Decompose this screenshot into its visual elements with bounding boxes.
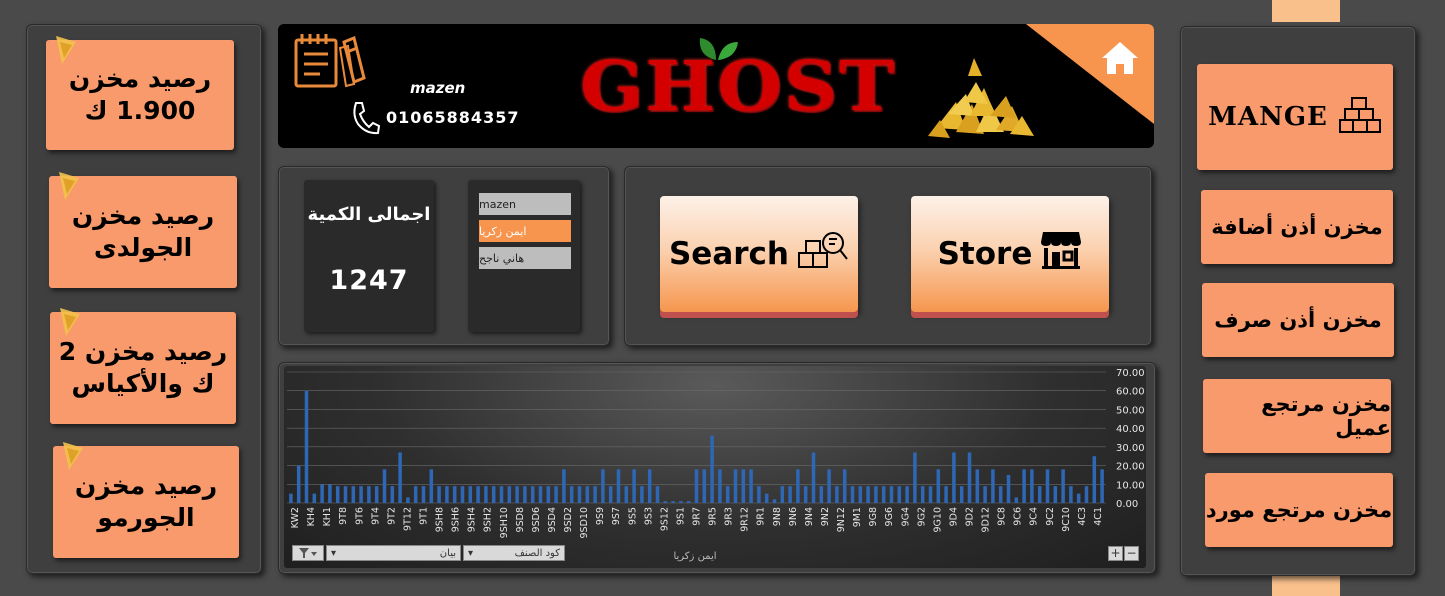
home-corner[interactable] (1026, 24, 1154, 124)
add-permission-store-button[interactable]: مخزن أذن أضافة (1201, 190, 1393, 264)
button-label: مخزن أذن صرف (1214, 308, 1382, 332)
button-label: مخزن مرتجع عميل (1261, 392, 1391, 440)
filter-item-code[interactable]: كود الصنف ▾ (463, 545, 565, 561)
search-button[interactable]: Search (660, 196, 858, 312)
top-tab-strip (1272, 0, 1340, 22)
slicer-item-ayman[interactable]: ايمن زكريا (479, 220, 571, 242)
chart-filter-bar: بيان ▾ كود الصنف ▾ (292, 545, 565, 561)
button-line-1: رصيد مخزن (74, 470, 218, 500)
stock-balance-button-2[interactable]: رصيد مخزن الجولدى (49, 172, 237, 288)
home-icon[interactable] (1100, 40, 1140, 80)
funnel-icon (299, 548, 317, 558)
total-quantity-label: اجمالى الكمية (307, 204, 431, 225)
dropdown-arrow-icon: ▾ (468, 547, 474, 559)
zoom-in-button[interactable]: + (1108, 546, 1123, 561)
chart-caption: ايمن زكريا (673, 551, 717, 562)
supplier-return-store-button[interactable]: مخزن مرتجع مورد (1205, 473, 1393, 547)
button-label: مخزن أذن أضافة (1211, 215, 1383, 239)
chip-icon (56, 36, 76, 64)
manage-label: MANGE (1208, 102, 1328, 132)
store-button[interactable]: Store (911, 196, 1109, 312)
brand-logo-text: GHOST (580, 47, 897, 127)
chip-icon (60, 308, 80, 336)
button-text: رصيد مخزن 1.900 ك (69, 63, 211, 128)
button-text: رصيد مخزن الجورمو (75, 470, 217, 535)
stock-balance-button-1[interactable]: رصيد مخزن 1.900 ك (46, 36, 234, 150)
manage-button[interactable]: MANGE (1197, 64, 1393, 170)
chip-icon (63, 442, 83, 470)
dropdown-arrow-icon: ▾ (331, 547, 337, 559)
chips-pile-image (926, 58, 1036, 142)
user-slicer: mazen ايمن زكريا هاني ناجح (468, 180, 580, 332)
button-line-2: الجولدى (93, 233, 193, 262)
button-line-1: رصيد مخزن 2 (58, 336, 228, 366)
zoom-out-button[interactable]: − (1124, 546, 1139, 561)
store-label: Store (937, 236, 1033, 272)
boxes-icon (1338, 96, 1382, 139)
notepad-pen-icon (292, 32, 368, 96)
issue-permission-store-button[interactable]: مخزن أذن صرف (1202, 283, 1394, 357)
search-label: Search (668, 236, 789, 272)
user-name: mazen (410, 79, 466, 97)
total-quantity-card: اجمالى الكمية 1247 (304, 180, 434, 332)
boxes-search-icon (797, 229, 849, 279)
bottom-tab-strip (1272, 576, 1340, 596)
storefront-icon (1040, 230, 1082, 278)
customer-return-store-button[interactable]: مخزن مرتجع عميل (1203, 379, 1391, 453)
filter-description[interactable]: بيان ▾ (326, 545, 461, 561)
slicer-item-mazen[interactable]: mazen (479, 193, 571, 215)
stock-balance-button-3[interactable]: رصيد مخزن 2 ك والأكياس (50, 308, 236, 424)
total-quantity-value: 1247 (329, 265, 409, 296)
chart-area (284, 366, 1146, 568)
phone-number: 01065884357 (386, 108, 520, 127)
filter-label: كود الصنف (514, 547, 560, 559)
button-text: رصيد مخزن 2 ك والأكياس (59, 336, 227, 401)
slicer-item-hany[interactable]: هاني ناجح (479, 247, 571, 269)
button-text: رصيد مخزن الجولدى (72, 200, 214, 265)
filter-label: بيان (439, 547, 456, 559)
button-line-2: ك والأكياس (71, 369, 215, 398)
stock-balance-button-4[interactable]: رصيد مخزن الجورمو (53, 442, 239, 558)
chip-icon (59, 172, 79, 200)
button-line-2: الجورمو (97, 503, 195, 532)
filter-icon-box[interactable] (292, 545, 324, 561)
button-line-1: رصيد مخزن (71, 200, 215, 230)
button-line-1: رصيد مخزن (68, 63, 212, 93)
phone-icon (350, 100, 381, 140)
button-label: مخزن مرتجع مورد (1205, 498, 1393, 522)
button-line-2: 1.900 ك (84, 96, 196, 125)
